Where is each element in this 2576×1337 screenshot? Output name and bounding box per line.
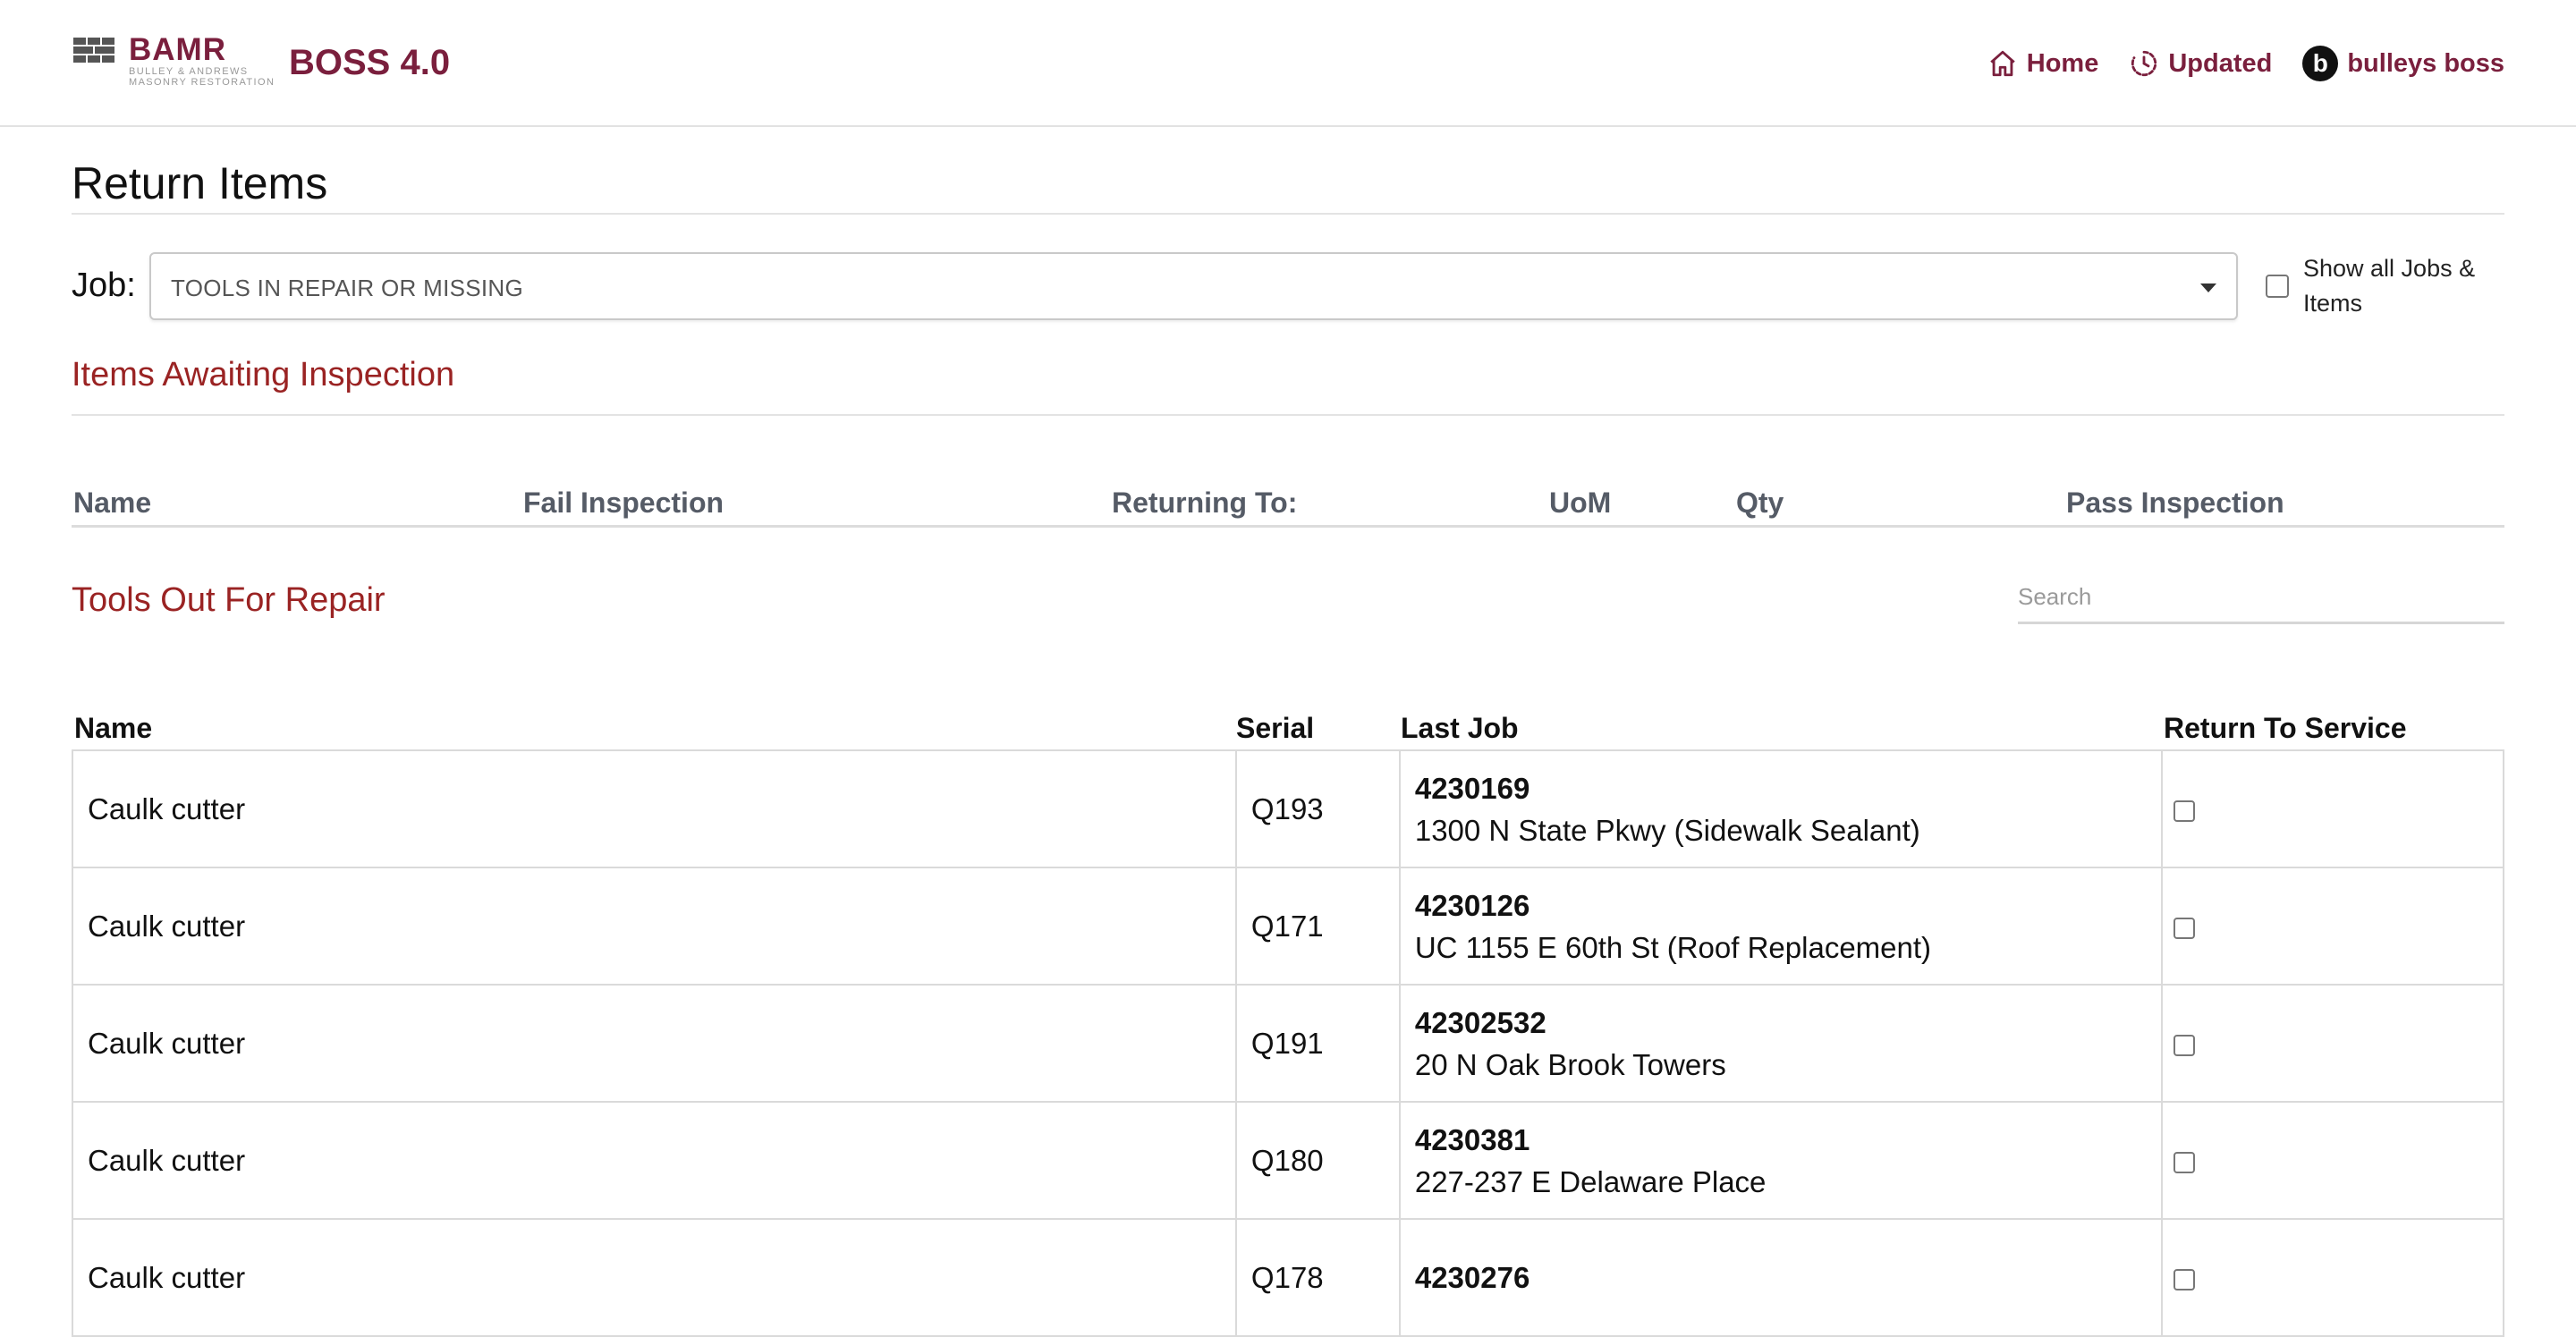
logo-subtext: BULLEY & ANDREWS	[129, 66, 249, 77]
repair-heading: Tools Out For Repair	[72, 581, 386, 619]
last-job-cell: 42302532 20 N Oak Brook Towers	[1398, 984, 2164, 1103]
last-job-name: 20 N Oak Brook Towers	[1414, 1047, 1726, 1081]
page-title: Return Items	[72, 158, 328, 208]
return-to-service-cell	[2161, 749, 2504, 868]
return-to-service-checkbox[interactable]	[2174, 1034, 2196, 1056]
caret-down-icon	[2200, 283, 2216, 292]
col-qty: Qty	[1736, 487, 1784, 519]
tools-table: Caulk cutter Q193 4230169 1300 N State Pkwy…	[72, 749, 2504, 1337]
table-row: Caulk cutter Q180 4230381 227-237 E Delawar…	[72, 1101, 2504, 1220]
show-all-jobs-label[interactable]: Show all Jobs & Items	[2303, 251, 2509, 321]
last-job-name: UC 1155 E 60th St (Roof Replacement)	[1414, 930, 1932, 964]
tool-name: Caulk cutter	[72, 1101, 1237, 1220]
nav-home-label: Home	[2026, 48, 2099, 78]
tool-name: Caulk cutter	[72, 984, 1237, 1103]
inspection-heading: Items Awaiting Inspection	[72, 356, 455, 393]
last-job-number: 4230126	[1414, 888, 1530, 922]
return-to-service-cell	[2161, 984, 2504, 1103]
nav-updated-link[interactable]: Updated	[2129, 48, 2272, 79]
last-job-name: 227-237 E Delaware Place	[1414, 1164, 1767, 1198]
return-to-service-checkbox[interactable]	[2174, 917, 2196, 939]
tool-serial: Q180	[1234, 1101, 1401, 1220]
inspection-table-rule	[72, 525, 2504, 528]
table-row: Caulk cutter Q191 42302532 20 N Oak Brook T…	[72, 984, 2504, 1103]
return-to-service-checkbox[interactable]	[2174, 1151, 2196, 1173]
logo-subtext: MASONRY RESTORATION	[129, 77, 275, 88]
last-job-number: 4230276	[1414, 1261, 1530, 1294]
tool-name: Caulk cutter	[72, 1218, 1237, 1337]
last-job-number: 4230169	[1414, 771, 1530, 805]
avatar: b	[2302, 46, 2339, 81]
col-return-to-service: Return To Service	[2164, 712, 2407, 744]
col-last-job: Last Job	[1401, 712, 1519, 744]
job-select-value: TOOLS IN REPAIR OR MISSING	[171, 275, 524, 301]
return-to-service-checkbox[interactable]	[2174, 800, 2196, 822]
nav-home-link[interactable]: Home	[1987, 48, 2099, 79]
col-returning-to: Returning To:	[1112, 487, 1298, 519]
col-pass-inspection: Pass Inspection	[2066, 487, 2284, 519]
job-label: Job:	[72, 267, 136, 304]
last-job-cell: 4230126 UC 1155 E 60th St (Roof Replaceme…	[1398, 867, 2164, 986]
col-fail-inspection: Fail Inspection	[523, 487, 724, 519]
tool-serial: Q178	[1234, 1218, 1401, 1337]
table-row: Caulk cutter Q171 4230126 UC 1155 E 60th St…	[72, 867, 2504, 986]
table-row: Caulk cutter Q193 4230169 1300 N State Pkwy…	[72, 749, 2504, 868]
app-title: BOSS 4.0	[289, 43, 451, 82]
tool-name: Caulk cutter	[72, 867, 1237, 986]
user-name: bulleys boss	[2347, 48, 2504, 78]
last-job-cell: 4230381 227-237 E Delaware Place	[1398, 1101, 2164, 1220]
last-job-name: 1300 N State Pkwy (Sidewalk Sealant)	[1414, 813, 1920, 847]
last-job-number: 42302532	[1414, 1005, 1546, 1039]
title-divider	[72, 213, 2504, 215]
last-job-cell: 4230169 1300 N State Pkwy (Sidewalk Seala…	[1398, 749, 2164, 868]
tool-serial: Q193	[1234, 749, 1401, 868]
inspection-divider	[72, 414, 2504, 416]
job-select[interactable]: TOOLS IN REPAIR OR MISSING	[149, 252, 2238, 320]
nav-updated-label: Updated	[2168, 48, 2273, 78]
show-all-jobs-checkbox[interactable]	[2266, 275, 2289, 298]
app-header: BAMR BULLEY & ANDREWS MASONRY RESTORATIO…	[0, 0, 2576, 127]
brick-wall-icon	[73, 38, 114, 64]
col-name: Name	[73, 487, 152, 519]
top-nav: Home Updated b bulleys boss	[1987, 43, 2504, 84]
home-icon	[1990, 50, 2015, 77]
return-to-service-cell	[2161, 867, 2504, 986]
tool-name: Caulk cutter	[72, 749, 1237, 868]
col-uom: UoM	[1549, 487, 1612, 519]
tool-serial: Q171	[1234, 867, 1401, 986]
col-name: Name	[74, 712, 153, 744]
history-clock-icon	[2131, 50, 2157, 77]
table-row: Caulk cutter Q178 4230276	[72, 1218, 2504, 1337]
user-menu[interactable]: b bulleys boss	[2302, 46, 2504, 81]
return-to-service-checkbox[interactable]	[2174, 1268, 2196, 1290]
search-input[interactable]	[2018, 572, 2504, 624]
return-to-service-cell	[2161, 1218, 2504, 1337]
last-job-cell: 4230276	[1398, 1218, 2164, 1337]
tool-serial: Q191	[1234, 984, 1401, 1103]
last-job-number: 4230381	[1414, 1122, 1530, 1156]
return-to-service-cell	[2161, 1101, 2504, 1220]
col-serial: Serial	[1236, 712, 1315, 744]
logo-wordmark: BAMR	[129, 32, 226, 67]
